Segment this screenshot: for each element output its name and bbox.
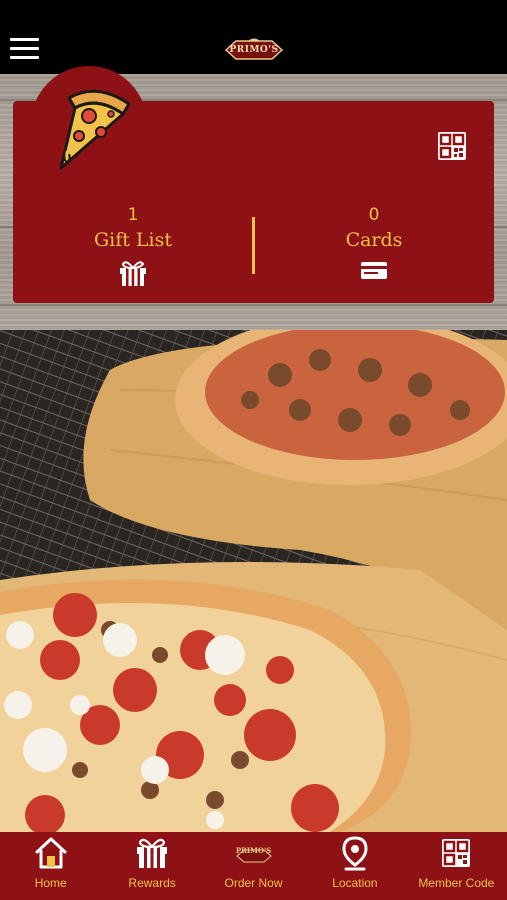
bottom-nav: Home Rewards PRIMO'S Order Now Location (0, 832, 507, 900)
pizza-badge (31, 66, 147, 182)
hamburger-menu-icon[interactable] (10, 36, 40, 62)
pizza-slice-icon (59, 89, 131, 170)
nav-order-now[interactable]: PRIMO'S Order Now (203, 832, 304, 900)
qr-code-icon (442, 839, 471, 867)
nav-member-code-label: Member Code (418, 876, 495, 890)
pizza-photo (0, 330, 507, 832)
cards-count: 0 (368, 205, 380, 225)
nav-home[interactable]: Home (0, 832, 101, 900)
credit-card-icon (361, 262, 387, 279)
qr-code-icon[interactable] (437, 131, 467, 161)
nav-logo-text: PRIMO'S (235, 846, 272, 855)
nav-rewards-label: Rewards (128, 876, 176, 890)
hero-image (0, 330, 507, 832)
logo-text: PRIMO'S (229, 45, 279, 55)
cards-stat[interactable]: 0 Cards (284, 204, 464, 281)
nav-location-label: Location (332, 876, 378, 890)
top-bar: PRIMO'S (0, 0, 507, 74)
location-pin-icon (342, 836, 368, 871)
nav-member-code[interactable]: Member Code (406, 832, 507, 900)
cards-label: Cards (345, 229, 403, 251)
gift-icon (137, 838, 168, 868)
nav-rewards[interactable]: Rewards (101, 832, 202, 900)
nav-location[interactable]: Location (304, 832, 405, 900)
gift-list-count: 1 (127, 205, 139, 225)
nav-order-now-label: Order Now (224, 876, 283, 890)
gift-list-stat[interactable]: 1 Gift List (43, 204, 223, 287)
home-icon (35, 837, 67, 869)
gift-list-label: Gift List (93, 229, 173, 251)
nav-home-label: Home (34, 876, 67, 890)
stat-divider (252, 217, 255, 274)
gift-icon (120, 261, 146, 286)
